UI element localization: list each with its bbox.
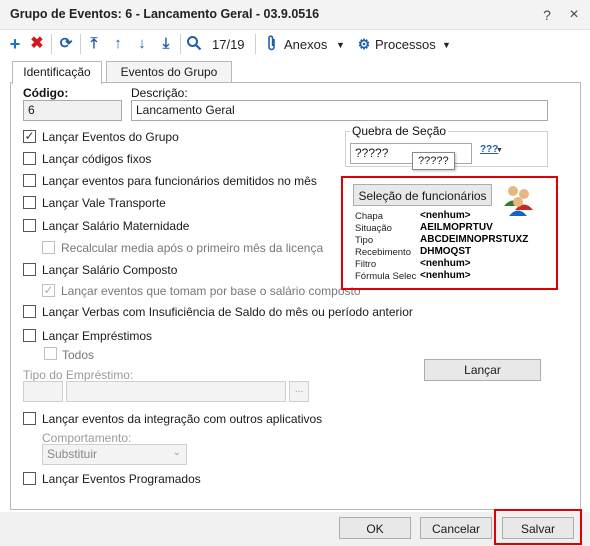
comportamento-value: Substituir [47,447,98,461]
tab-identificacao[interactable]: Identificação [12,61,102,84]
selecao-key-formula: Fórmula Selec [355,271,417,282]
selecao-value-tipo: ABCDEIMNOPRSTUXZ [420,234,529,245]
selecao-key-filtro: Filtro [355,259,377,270]
record-position: 17/19 [212,37,245,52]
lancar-button[interactable]: Lançar [424,359,541,381]
toolbar-separator [51,34,52,54]
selecao-key-chapa: Chapa [355,211,383,222]
vale-transporte-checkbox[interactable] [23,196,36,209]
delete-icon[interactable]: ✖ [28,35,46,53]
anexos-menu[interactable]: Anexos [284,37,327,52]
codigos-fixos-label: Lançar códigos fixos [42,152,152,166]
programados-checkbox[interactable] [23,472,36,485]
selecao-value-situacao: AEILMOPRTUV [420,222,493,233]
verbas-insuficiencia-label: Lançar Verbas com Insuficiência de Saldo… [42,305,413,319]
codigos-fixos-checkbox[interactable] [23,152,36,165]
toolbar-separator [80,34,81,54]
demitidos-checkbox[interactable] [23,174,36,187]
anexos-dropdown-icon[interactable]: ▼ [336,40,345,50]
previous-record-icon[interactable]: ↑ [109,35,127,53]
recalcular-media-checkbox[interactable] [42,241,55,254]
emprestimos-checkbox[interactable] [23,329,36,342]
next-record-icon[interactable]: ↓ [133,35,151,53]
tipo-emprestimo-lookup-button[interactable]: ... [289,381,309,402]
eventos-base-salario-checkbox[interactable]: ✓ [42,284,55,297]
window-title: Grupo de Eventos: 6 - Lancamento Geral -… [10,7,320,21]
demitidos-label: Lançar eventos para funcionários demitid… [42,174,317,188]
selecao-value-chapa: <nenhum> [420,210,471,221]
processos-dropdown-icon[interactable]: ▼ [442,40,451,50]
check-icon: ✓ [43,283,54,297]
salario-maternidade-checkbox[interactable] [23,219,36,232]
selecao-key-recebimento: Recebimento [355,247,411,258]
recalcular-media-label: Recalcular media após o primeiro mês da … [61,241,324,255]
close-button[interactable]: × [565,6,583,24]
todos-label: Todos [62,348,95,362]
salario-composto-checkbox[interactable] [23,263,36,276]
selecao-value-recebimento: DHMOQST [420,246,472,257]
cancel-button[interactable]: Cancelar [420,517,492,539]
toolbar-separator [180,34,181,54]
quebra-secao-dropdown-icon[interactable]: ▼ [496,147,503,154]
toolbar-separator [255,34,256,54]
help-button[interactable]: ? [538,6,556,24]
verbas-insuficiencia-checkbox[interactable] [23,305,36,318]
eventos-grupo-label: Lançar Eventos do Grupo [42,130,179,144]
emprestimos-label: Lançar Empréstimos [42,329,153,343]
eventos-base-salario-label: Lançar eventos que tomam por base o salá… [61,284,361,298]
selecao-key-tipo: Tipo [355,235,374,246]
quebra-secao-tooltip: ????? [412,152,455,170]
selecao-value-formula: <nenhum> [420,270,471,281]
salario-maternidade-label: Lançar Salário Maternidade [42,219,190,233]
tipo-emprestimo-label: Tipo do Empréstimo: [23,368,134,382]
chevron-down-icon: ⌄ [172,447,181,458]
selecao-funcionarios-button[interactable]: Seleção de funcionários [353,184,492,206]
add-icon[interactable]: + [6,35,24,53]
last-record-icon[interactable]: ⤓ [157,35,175,53]
save-button[interactable]: Salvar [502,517,574,539]
integracao-checkbox[interactable] [23,412,36,425]
descricao-label: Descrição: [131,86,188,100]
integracao-label: Lançar eventos da integração com outros … [42,412,323,426]
quebra-secao-label: Quebra de Seção [350,124,449,138]
eventos-grupo-checkbox[interactable]: ✓ [23,130,36,143]
vale-transporte-label: Lançar Vale Transporte [42,196,166,210]
descricao-field[interactable]: Lancamento Geral [131,100,548,121]
comportamento-label: Comportamento: [42,431,132,445]
ok-button[interactable]: OK [339,517,411,539]
tipo-emprestimo-code-field[interactable] [23,381,63,402]
check-icon: ✓ [24,129,35,143]
salario-composto-label: Lançar Salário Composto [42,263,178,277]
tipo-emprestimo-description-field[interactable] [66,381,286,402]
refresh-icon[interactable]: ⟳ [57,35,75,53]
processos-menu[interactable]: Processos [375,37,436,52]
selecao-value-filtro: <nenhum> [420,258,471,269]
search-icon[interactable] [185,35,203,53]
selecao-key-situacao: Situação [355,223,392,234]
tab-eventos-do-grupo[interactable]: Eventos do Grupo [106,61,232,83]
programados-label: Lançar Eventos Programados [42,472,201,486]
gear-icon: ⚙ [357,36,371,52]
paperclip-icon [263,35,281,53]
codigo-field[interactable]: 6 [23,100,122,121]
comportamento-select[interactable]: Substituir ⌄ [42,444,187,465]
users-icon [501,182,537,221]
codigo-label: Código: [23,86,69,100]
first-record-icon[interactable]: ⤒ [85,35,103,53]
todos-checkbox[interactable] [44,347,57,360]
